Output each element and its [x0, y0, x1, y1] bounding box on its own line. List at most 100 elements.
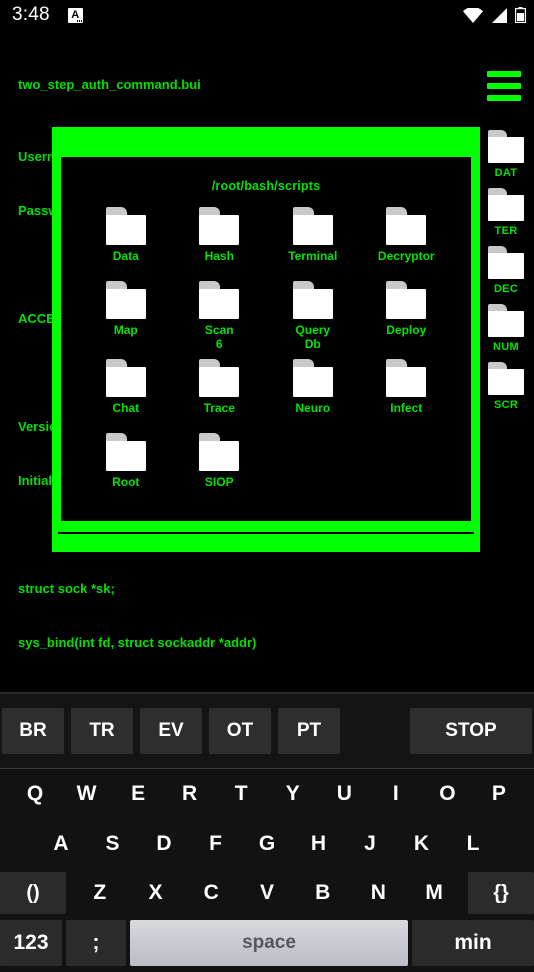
key-v[interactable]: V [254, 873, 280, 913]
folder-item-hash[interactable]: Hash [173, 207, 267, 273]
dialog-title-bar [52, 127, 480, 154]
key-s[interactable]: S [100, 824, 126, 864]
key-k[interactable]: K [409, 824, 435, 864]
folder-label: Scan 6 [204, 323, 234, 351]
key-p[interactable]: P [486, 774, 512, 814]
fn-key-ev[interactable]: EV [140, 708, 202, 754]
key-g[interactable]: G [254, 824, 280, 864]
phone-screen: 3:48 A two_step_auth_command.bui Usernam… [0, 0, 534, 972]
key-l[interactable]: L [460, 824, 486, 864]
breadcrumb-path: /root/bash/scripts [211, 179, 321, 193]
key-n[interactable]: N [365, 873, 391, 913]
keyboard-row-2: A S D F G H J K L [0, 819, 534, 869]
folder-label: SIOP [204, 475, 234, 489]
key-space[interactable]: space [130, 920, 408, 967]
folder-icon [488, 188, 524, 222]
side-folder-label: TER [494, 225, 518, 237]
folder-icon [292, 281, 333, 319]
folder-icon [488, 130, 524, 164]
folder-label: Infect [390, 401, 423, 415]
side-folder-num[interactable]: NUM [480, 304, 532, 353]
fn-key-br[interactable]: BR [2, 708, 64, 754]
fn-key-pt[interactable]: PT [278, 708, 340, 754]
signal-icon [492, 7, 507, 23]
key-w[interactable]: W [74, 774, 100, 814]
key-e[interactable]: E [125, 774, 151, 814]
status-time: 3:48 [12, 4, 50, 25]
terminal-line: struct sock *sk; [18, 581, 115, 596]
folder-label: Trace [203, 401, 235, 415]
key-parentheses[interactable]: () [0, 872, 66, 915]
key-r[interactable]: R [177, 774, 203, 814]
on-screen-keyboard: Q W E R T Y U I O P A S D F G H J K L ()… [0, 768, 534, 972]
battery-icon [515, 7, 526, 23]
key-braces[interactable]: {} [468, 872, 534, 915]
folder-grid-empty [360, 433, 454, 499]
folder-item-infect[interactable]: Infect [360, 359, 454, 425]
folder-icon [199, 359, 240, 397]
key-y[interactable]: Y [280, 774, 306, 814]
dialog-content: /root/bash/scripts Data Hash Terminal De… [58, 154, 474, 524]
key-j[interactable]: J [357, 824, 383, 864]
folder-icon [199, 281, 240, 319]
wifi-icon [463, 7, 483, 23]
terminal-line: sys_bind(int fd, struct sockaddr *addr) [18, 635, 257, 650]
key-b[interactable]: B [310, 873, 336, 913]
fn-key-tr[interactable]: TR [71, 708, 133, 754]
folder-item-chat[interactable]: Chat [79, 359, 173, 425]
folder-icon [292, 359, 333, 397]
folder-grid: Data Hash Terminal Decryptor Map Scan 6 … [65, 207, 467, 499]
key-i[interactable]: I [383, 774, 409, 814]
key-semicolon[interactable]: ; [66, 920, 126, 967]
key-o[interactable]: O [434, 774, 460, 814]
folder-item-neuro[interactable]: Neuro [266, 359, 360, 425]
folder-item-querydb[interactable]: Query Db [266, 281, 360, 351]
folder-item-decryptor[interactable]: Decryptor [360, 207, 454, 273]
folder-label: Neuro [295, 401, 331, 415]
key-u[interactable]: U [331, 774, 357, 814]
folder-grid-empty [266, 433, 360, 499]
terminal-filename: two_step_auth_command.bui [18, 77, 201, 92]
folder-icon [386, 207, 427, 245]
key-numeric-switch[interactable]: 123 [0, 920, 62, 967]
folder-icon [105, 433, 146, 471]
key-h[interactable]: H [306, 824, 332, 864]
key-a[interactable]: A [48, 824, 74, 864]
side-folder-scr[interactable]: SCR [480, 362, 532, 411]
stop-button[interactable]: STOP [410, 708, 532, 754]
key-c[interactable]: C [198, 873, 224, 913]
folder-item-terminal[interactable]: Terminal [266, 207, 360, 273]
folder-item-trace[interactable]: Trace [173, 359, 267, 425]
key-d[interactable]: D [151, 824, 177, 864]
folder-label: Map [113, 323, 138, 337]
key-x[interactable]: X [143, 873, 169, 913]
key-t[interactable]: T [228, 774, 254, 814]
folder-item-deploy[interactable]: Deploy [360, 281, 454, 351]
key-m[interactable]: M [421, 873, 447, 913]
fn-key-ot[interactable]: OT [209, 708, 271, 754]
dialog-footer-bar [58, 532, 474, 546]
folder-icon [488, 304, 524, 338]
side-folder-dat[interactable]: DAT [480, 130, 532, 179]
key-f[interactable]: F [203, 824, 229, 864]
side-folder-label: SCR [493, 399, 519, 411]
folder-item-data[interactable]: Data [79, 207, 173, 273]
folder-icon [105, 359, 146, 397]
folder-item-siop[interactable]: SIOP [173, 433, 267, 499]
key-min[interactable]: min [412, 920, 534, 967]
folder-icon [105, 207, 146, 245]
side-folder-dec[interactable]: DEC [480, 246, 532, 295]
folder-label: Query Db [295, 323, 331, 351]
file-browser-dialog: /root/bash/scripts Data Hash Terminal De… [52, 127, 480, 552]
folder-icon [199, 207, 240, 245]
folder-item-map[interactable]: Map [79, 281, 173, 351]
hamburger-menu-icon[interactable] [484, 66, 524, 106]
hamburger-bar [487, 83, 521, 89]
side-folder-label: DAT [494, 167, 518, 179]
folder-item-scan6[interactable]: Scan 6 [173, 281, 267, 351]
side-folder-ter[interactable]: TER [480, 188, 532, 237]
key-q[interactable]: Q [22, 774, 48, 814]
status-bar: 3:48 A [0, 0, 534, 30]
key-z[interactable]: Z [87, 873, 113, 913]
folder-item-root[interactable]: Root [79, 433, 173, 499]
